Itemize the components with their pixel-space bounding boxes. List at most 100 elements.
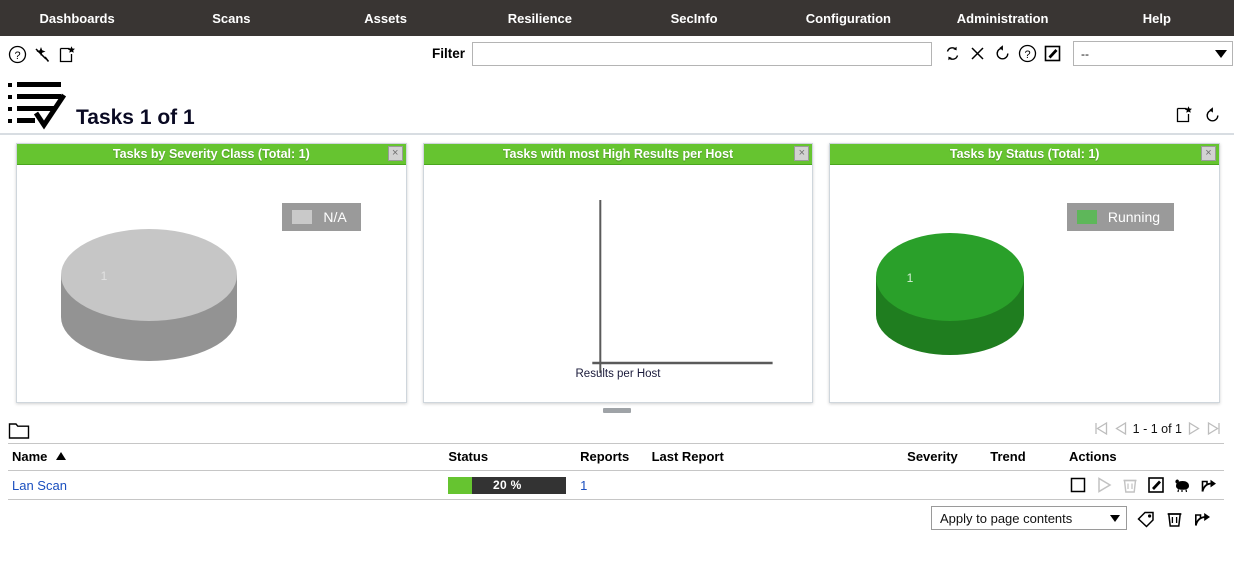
dashboard-resize-row — [0, 403, 1234, 417]
chevron-down-icon — [1215, 49, 1228, 58]
new-task-icon[interactable] — [57, 45, 77, 65]
page-title: Tasks 1 of 1 — [76, 106, 195, 129]
panel-header: Tasks by Status (Total: 1) × — [830, 144, 1220, 165]
refresh-icon[interactable] — [943, 44, 962, 63]
nav-resilience[interactable]: Resilience — [463, 11, 617, 26]
pie-slice-label: 1 — [907, 271, 914, 285]
column-actions: Actions — [1064, 443, 1224, 471]
pie-slice-label: 1 — [101, 269, 108, 283]
export-icon[interactable] — [1193, 509, 1212, 528]
legend-swatch — [1076, 210, 1097, 224]
close-icon[interactable]: × — [794, 146, 810, 161]
reports-count-link[interactable]: 1 — [580, 478, 587, 493]
clear-icon[interactable] — [968, 44, 987, 63]
trash-icon[interactable] — [1165, 509, 1184, 528]
delete-icon[interactable] — [1121, 476, 1139, 494]
wizard-wand-icon[interactable] — [32, 45, 52, 65]
toolbar: ? Filter ? -- — [0, 36, 1234, 73]
sort-ascending-icon — [56, 452, 67, 460]
task-name-link[interactable]: Lan Scan — [12, 478, 67, 493]
main-navigation: Dashboards Scans Assets Resilience SecIn… — [0, 0, 1234, 36]
cell-status: 20 % — [444, 470, 577, 500]
panel-body: Running 1 — [830, 165, 1219, 402]
heading-left: Tasks 1 of 1 — [8, 79, 195, 131]
tasks-table: Name Status Reports Last Report Severity… — [8, 443, 1224, 500]
page-heading: Tasks 1 of 1 — [0, 73, 1234, 135]
chevron-down-icon — [1110, 514, 1120, 522]
column-status[interactable]: Status — [444, 443, 577, 471]
progress-label: 20 % — [493, 478, 522, 492]
tag-icon[interactable] — [1136, 509, 1156, 528]
last-page-icon[interactable] — [1205, 420, 1222, 437]
nav-configuration[interactable]: Configuration — [771, 11, 925, 26]
nav-administration[interactable]: Administration — [926, 11, 1080, 26]
x-axis-label: Results per Host — [575, 368, 661, 380]
folder-row: 1 - 1 of 1 — [8, 417, 1224, 443]
next-page-icon[interactable] — [1186, 420, 1203, 437]
table-header-row: Name Status Reports Last Report Severity… — [8, 443, 1224, 471]
column-last-report[interactable]: Last Report — [647, 443, 904, 471]
legend-label: N/A — [323, 209, 347, 225]
pagination: 1 - 1 of 1 — [1093, 420, 1222, 437]
folder-icon[interactable] — [8, 421, 30, 440]
bulk-actions-row: Apply to page contents — [8, 500, 1224, 530]
cell-trend — [986, 470, 1065, 500]
filter-action-icons: ? — [943, 44, 1062, 63]
edit-icon[interactable] — [1147, 476, 1165, 494]
nav-assets[interactable]: Assets — [309, 11, 463, 26]
legend-label: Running — [1107, 209, 1161, 225]
refresh-dashboard-icon[interactable] — [1203, 106, 1222, 125]
cell-last-report — [647, 470, 904, 500]
pie-chart-status[interactable]: 1 — [874, 217, 1054, 380]
filter-bar: Filter ? -- — [432, 41, 1234, 66]
edit-filter-icon[interactable] — [1043, 44, 1062, 63]
help-icon[interactable]: ? — [8, 45, 27, 64]
panel-title: Tasks by Severity Class (Total: 1) — [112, 147, 310, 161]
filter-input[interactable] — [472, 41, 933, 66]
reset-filter-icon[interactable] — [993, 44, 1012, 63]
nav-secinfo[interactable]: SecInfo — [617, 11, 771, 26]
bulk-action-value: Apply to page contents — [940, 510, 1073, 526]
panel-tasks-most-high-results: Tasks with most High Results per Host × … — [422, 143, 814, 403]
column-name[interactable]: Name — [8, 443, 445, 471]
nav-dashboards[interactable]: Dashboards — [0, 11, 154, 26]
chart-legend: Running — [1066, 203, 1175, 231]
panel-tasks-by-status: Tasks by Status (Total: 1) × Running 1 — [829, 143, 1221, 403]
pie-chart-severity[interactable]: 1 — [57, 217, 257, 380]
close-icon[interactable]: × — [1201, 146, 1217, 161]
filter-help-icon[interactable]: ? — [1018, 44, 1037, 63]
column-reports[interactable]: Reports — [576, 443, 648, 471]
first-page-icon[interactable] — [1093, 420, 1110, 437]
cell-name: Lan Scan — [8, 470, 445, 500]
empty-chart-axes[interactable] — [424, 165, 813, 380]
panel-header: Tasks by Severity Class (Total: 1) × — [17, 144, 406, 165]
export-icon[interactable] — [1200, 476, 1218, 494]
previous-page-icon[interactable] — [1112, 420, 1129, 437]
dashboard-resize-handle[interactable] — [603, 408, 631, 413]
panel-header: Tasks with most High Results per Host × — [423, 144, 813, 165]
legend-swatch — [292, 210, 313, 224]
dashboard-panels: Tasks by Severity Class (Total: 1) × N/A… — [0, 135, 1234, 403]
nav-help[interactable]: Help — [1080, 11, 1234, 26]
close-icon[interactable]: × — [387, 146, 403, 161]
cell-severity — [903, 470, 987, 500]
bulk-action-select[interactable]: Apply to page contents — [931, 506, 1127, 530]
row-action-icons — [1069, 476, 1220, 494]
panel-body: N/A 1 — [17, 165, 406, 402]
chart-legend: N/A — [282, 203, 361, 231]
column-trend[interactable]: Trend — [986, 443, 1065, 471]
nav-scans[interactable]: Scans — [154, 11, 308, 26]
start-icon[interactable] — [1095, 476, 1113, 494]
stop-icon[interactable] — [1069, 476, 1087, 494]
filter-preset-select[interactable]: -- — [1073, 41, 1234, 66]
status-progress-bar: 20 % — [448, 476, 567, 494]
toolbar-left-icons: ? — [8, 45, 77, 65]
column-severity[interactable]: Severity — [903, 443, 987, 471]
tasks-list-section: 1 - 1 of 1 Name Status Reports Last Repo… — [0, 417, 1234, 530]
cell-reports: 1 — [576, 470, 648, 500]
panel-title: Tasks with most High Results per Host — [502, 147, 734, 161]
svg-text:?: ? — [1024, 49, 1030, 61]
clone-icon[interactable] — [1173, 476, 1192, 494]
heading-right-icons — [1174, 105, 1222, 125]
add-dashboard-icon[interactable] — [1174, 105, 1194, 125]
